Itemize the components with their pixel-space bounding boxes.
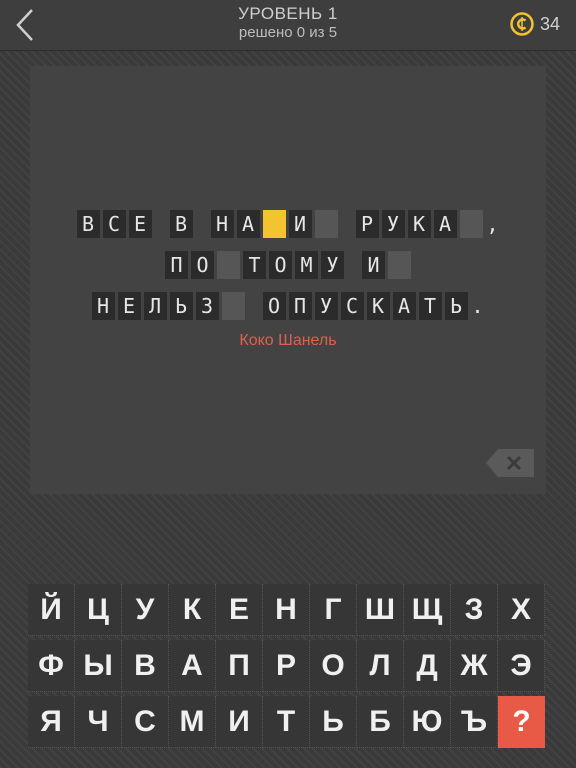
word-gap (196, 210, 208, 238)
letter-keyboard: Й Ц У К Е Н Г Ш Щ З Х Ф Ы В А П Р О Л Д Ж Э Я Ч С М И Т Ь Б Ю Ъ? (28, 584, 548, 752)
letter-key[interactable]: В (122, 640, 169, 692)
letter-cell: И (288, 210, 312, 238)
letter-cell: А (433, 210, 457, 238)
quote-author: Коко Шанель (239, 332, 337, 349)
level-title: УРОВЕНЬ 1 (238, 4, 338, 23)
letter-key[interactable]: Ш (357, 584, 404, 636)
letter-cell: К (407, 210, 431, 238)
letter-key[interactable]: Ц (75, 584, 122, 636)
puzzle-panel: ВСЕВНАИРУКА,ПОТОМУИНЕЛЬЗОПУСКАТЬ. Коко Ш… (30, 66, 546, 494)
letter-key[interactable]: Э (498, 640, 545, 692)
letter-key[interactable]: Ч (75, 696, 122, 748)
blank-cell[interactable] (217, 251, 240, 279)
letter-cell: В (76, 210, 100, 238)
letter-cell: У (381, 210, 405, 238)
letter-key[interactable]: Щ (404, 584, 451, 636)
letter-cell: О (191, 251, 214, 279)
letter-cell: Н (210, 210, 234, 238)
letter-key[interactable]: Ы (75, 640, 122, 692)
letter-key[interactable]: Д (404, 640, 451, 692)
letter-cell: Е (117, 292, 141, 320)
letter-cell: О (269, 251, 292, 279)
letter-cell: А (392, 292, 416, 320)
letter-key[interactable]: Ъ (451, 696, 498, 748)
blank-cell[interactable] (459, 210, 483, 238)
keyboard-row: ФЫВАПРОЛДЖЭ (28, 640, 548, 692)
letter-key[interactable]: Я (28, 696, 75, 748)
letter-cell: Н (91, 292, 115, 320)
letter-key[interactable]: Л (357, 640, 404, 692)
letter-cell: Ь (444, 292, 468, 320)
letter-cell: М (295, 251, 318, 279)
letter-key[interactable]: Ф (28, 640, 75, 692)
letter-key[interactable]: Е (216, 584, 263, 636)
letter-key[interactable]: Ж (451, 640, 498, 692)
blank-cell[interactable] (388, 251, 411, 279)
letter-cell: Р (355, 210, 379, 238)
letter-key[interactable]: У (122, 584, 169, 636)
letter-cell: У (314, 292, 338, 320)
keyboard-row: Я Ч С М И Т Ь Б Ю Ъ? (28, 696, 548, 748)
letter-key[interactable]: И (216, 696, 263, 748)
letter-key[interactable]: Г (310, 584, 357, 636)
letter-key[interactable]: Ь (310, 696, 357, 748)
keyboard-row: ЙЦУКЕНГШЩЗХ (28, 584, 548, 636)
letter-key[interactable]: П (216, 640, 263, 692)
selected-blank-cell[interactable] (262, 210, 286, 238)
letter-cell: Т (243, 251, 266, 279)
coin-counter[interactable]: 34 (510, 12, 560, 36)
letter-cell: У (321, 251, 344, 279)
word-gap (341, 210, 353, 238)
word-gap (347, 251, 359, 279)
letter-key[interactable]: Т (263, 696, 310, 748)
quote-line: НЕЛЬЗОПУСКАТЬ. (30, 292, 546, 322)
quote-grid: ВСЕВНАИРУКА,ПОТОМУИНЕЛЬЗОПУСКАТЬ. (30, 210, 546, 333)
letter-cell: А (236, 210, 260, 238)
letter-cell: П (288, 292, 312, 320)
letter-cell: Л (143, 292, 167, 320)
letter-key[interactable]: К (169, 584, 216, 636)
letter-key[interactable]: Б (357, 696, 404, 748)
level-header: УРОВЕНЬ 1 решено 0 из 5 (0, 4, 576, 42)
backspace-button[interactable] (486, 448, 536, 478)
letter-cell: И (362, 251, 385, 279)
letter-cell: Е (128, 210, 152, 238)
letter-key[interactable]: М (169, 696, 216, 748)
letter-key[interactable]: А (169, 640, 216, 692)
blank-cell[interactable] (314, 210, 338, 238)
letter-key[interactable]: С (122, 696, 169, 748)
word-gap (248, 292, 260, 320)
letter-cell: Т (418, 292, 442, 320)
letter-cell: П (165, 251, 188, 279)
letter-key[interactable]: Н (263, 584, 310, 636)
letter-key[interactable]: Р (263, 640, 310, 692)
letter-cell: С (340, 292, 364, 320)
punctuation: , (486, 212, 499, 236)
word-gap (155, 210, 167, 238)
letter-cell: С (102, 210, 126, 238)
coin-count: 34 (539, 13, 560, 34)
hint-button[interactable]: ? (498, 696, 545, 748)
letter-key[interactable]: О (310, 640, 357, 692)
letter-cell: Ь (169, 292, 193, 320)
letter-key[interactable]: Ю (404, 696, 451, 748)
letter-cell: К (366, 292, 390, 320)
coin-icon (510, 12, 534, 36)
letter-cell: В (169, 210, 193, 238)
punctuation: . (471, 294, 484, 318)
letter-key[interactable]: З (451, 584, 498, 636)
level-progress: решено 0 из 5 (238, 24, 338, 41)
letter-key[interactable]: Х (498, 584, 545, 636)
quote-line: ПОТОМУИ (30, 251, 546, 281)
letter-cell: З (195, 292, 219, 320)
backspace-icon (486, 449, 534, 477)
letter-key[interactable]: Й (28, 584, 75, 636)
top-bar: УРОВЕНЬ 1 решено 0 из 5 34 (0, 0, 576, 51)
quote-line: ВСЕВНАИРУКА, (30, 210, 546, 240)
letter-cell: О (262, 292, 286, 320)
blank-cell[interactable] (221, 292, 245, 320)
